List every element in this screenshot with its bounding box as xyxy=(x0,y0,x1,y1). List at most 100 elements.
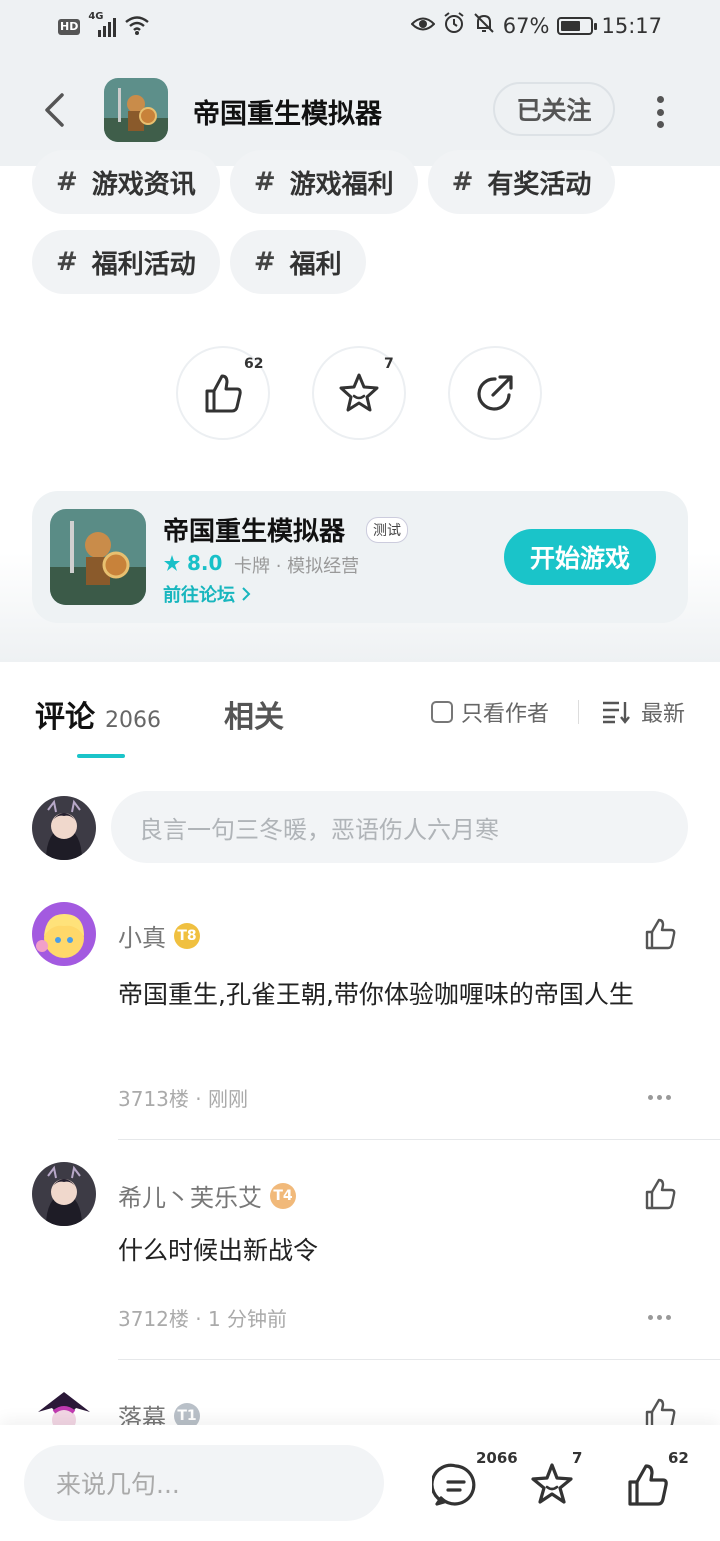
game-rating: 8.0 xyxy=(163,551,222,575)
star-icon xyxy=(339,373,379,412)
more-options-icon[interactable] xyxy=(648,1095,671,1100)
eye-icon xyxy=(410,14,436,38)
tag-chip[interactable]: # 有奖活动 xyxy=(427,150,616,214)
tag-label: 游戏资讯 xyxy=(91,169,196,200)
tag-chip[interactable]: # 游戏资讯 xyxy=(32,150,220,214)
tag-chip[interactable]: # 福利活动 xyxy=(32,230,220,294)
tag-label: 有奖活动 xyxy=(487,169,592,200)
comment-count: 2066 xyxy=(476,1449,518,1467)
comment-author-name: 小真 xyxy=(118,924,166,952)
comment-item: 落幕 T1 xyxy=(0,1382,720,1425)
battery-icon xyxy=(557,16,598,35)
game-title: 帝国重生模拟器 xyxy=(163,517,346,547)
comment-input[interactable]: 良言一句三冬暖，恶语伤人六月寒 xyxy=(111,791,688,863)
status-bar: HD 4G 67% 15:17 xyxy=(0,0,720,56)
like-button[interactable]: 62 xyxy=(176,346,270,440)
signal-icon: 4G xyxy=(88,11,117,39)
game-icon[interactable] xyxy=(104,78,168,142)
comment-meta: 3712楼 · 1 分钟前 xyxy=(118,1307,288,1331)
active-tab-indicator xyxy=(77,754,125,758)
test-badge: 测试 xyxy=(366,517,408,543)
tag-label: 福利活动 xyxy=(91,249,196,280)
battery-percent: 67% xyxy=(502,13,550,38)
divider xyxy=(578,700,579,724)
favorite-count: 7 xyxy=(572,1449,583,1467)
thumbs-up-icon[interactable] xyxy=(624,1461,672,1509)
tab-comments-label: 评论 xyxy=(35,700,95,735)
game-icon[interactable] xyxy=(50,509,146,605)
avatar[interactable] xyxy=(32,1382,96,1425)
hash-icon: # xyxy=(253,167,276,197)
divider xyxy=(118,1139,720,1140)
comment-author[interactable]: 希儿丶芙乐艾 T4 xyxy=(118,1178,296,1213)
level-badge: T4 xyxy=(270,1182,296,1209)
reply-input[interactable]: 来说几句... xyxy=(24,1445,384,1521)
game-categories: 卡牌 · 模拟经营 xyxy=(234,556,360,577)
more-options-icon[interactable] xyxy=(648,92,672,132)
hash-icon: # xyxy=(451,167,474,197)
thumbs-up-icon xyxy=(205,374,242,413)
tag-chip[interactable]: # 游戏福利 xyxy=(229,150,418,214)
chevron-right-icon xyxy=(242,587,251,601)
forum-link[interactable]: 前往论坛 xyxy=(163,581,251,607)
favorite-button[interactable]: 7 xyxy=(312,346,406,440)
sort-label: 最新 xyxy=(641,702,686,727)
more-options-icon[interactable] xyxy=(648,1315,671,1320)
comment-author-name: 希儿丶芙乐艾 xyxy=(118,1184,262,1212)
tag-list: # 游戏资讯 # 游戏福利 # 有奖活动 # 福利活动 # 福利 xyxy=(32,150,692,294)
comment-icon[interactable] xyxy=(432,1461,480,1509)
game-score: 8.0 xyxy=(187,551,223,575)
tab-comments-count: 2066 xyxy=(105,708,161,733)
comment-text: 帝国重生,孔雀王朝,带你体验咖喱味的帝国人生 xyxy=(118,980,634,1009)
sort-icon xyxy=(603,701,630,724)
avatar[interactable] xyxy=(32,796,96,860)
star-icon[interactable] xyxy=(528,1461,576,1509)
comment-meta: 3713楼 · 刚刚 xyxy=(118,1087,248,1111)
start-game-button[interactable]: 开始游戏 xyxy=(504,529,656,585)
tag-label: 游戏福利 xyxy=(289,169,394,200)
post-content: # 游戏资讯 # 游戏福利 # 有奖活动 # 福利活动 # 福利 62 7 帝国… xyxy=(0,150,720,662)
comment-author[interactable]: 小真 T8 xyxy=(118,918,200,953)
chevron-left-icon xyxy=(45,93,64,127)
thumbs-up-icon[interactable] xyxy=(642,916,678,952)
clock: 15:17 xyxy=(601,13,662,38)
page-title: 帝国重生模拟器 xyxy=(193,99,382,130)
tab-related[interactable]: 相关 xyxy=(224,692,284,736)
level-badge: T8 xyxy=(174,922,200,949)
thumbs-up-icon[interactable] xyxy=(642,1176,678,1212)
checkbox-icon xyxy=(431,701,453,723)
avatar[interactable] xyxy=(32,902,96,966)
share-button[interactable] xyxy=(448,346,542,440)
comment-text: 什么时候出新战令 xyxy=(118,1236,319,1265)
divider xyxy=(118,1359,720,1360)
hd-indicator: HD xyxy=(58,19,81,35)
alarm-icon xyxy=(443,12,465,39)
level-badge: T1 xyxy=(174,1402,200,1425)
comment-author-name: 落幕 xyxy=(118,1404,166,1425)
like-count: 62 xyxy=(244,356,264,372)
back-button[interactable] xyxy=(36,86,72,134)
star-icon xyxy=(164,555,180,571)
mute-bell-icon xyxy=(473,12,495,39)
avatar[interactable] xyxy=(32,1162,96,1226)
share-icon xyxy=(477,375,513,411)
comment-tabbar: 评论 2066 相关 只看作者 最新 xyxy=(0,662,720,762)
wifi-icon xyxy=(124,14,150,40)
sort-button[interactable]: 最新 xyxy=(601,696,685,728)
tab-comments[interactable]: 评论 2066 xyxy=(35,692,161,736)
follow-button[interactable]: 已关注 xyxy=(493,82,615,136)
post-actions: 62 7 xyxy=(176,346,542,440)
forum-link-label: 前往论坛 xyxy=(163,585,235,606)
only-author-toggle[interactable]: 只看作者 xyxy=(431,696,549,728)
bottom-bar: 来说几句... 2066 7 62 xyxy=(0,1425,720,1541)
game-card[interactable]: 帝国重生模拟器 测试 8.0 卡牌 · 模拟经营 前往论坛 开始游戏 xyxy=(32,491,688,623)
thumbs-up-icon[interactable] xyxy=(642,1396,678,1425)
like-count: 62 xyxy=(668,1449,689,1467)
favorite-count: 7 xyxy=(384,356,394,372)
comments-section: 评论 2066 相关 只看作者 最新 良言一句三冬暖，恶语伤人六月寒 小真 T8… xyxy=(0,662,720,1425)
only-author-label: 只看作者 xyxy=(461,702,550,727)
comment-author[interactable]: 落幕 T1 xyxy=(118,1398,200,1425)
tag-chip[interactable]: # 福利 xyxy=(229,230,366,294)
hash-icon: # xyxy=(56,247,78,277)
tag-label: 福利 xyxy=(289,249,342,280)
